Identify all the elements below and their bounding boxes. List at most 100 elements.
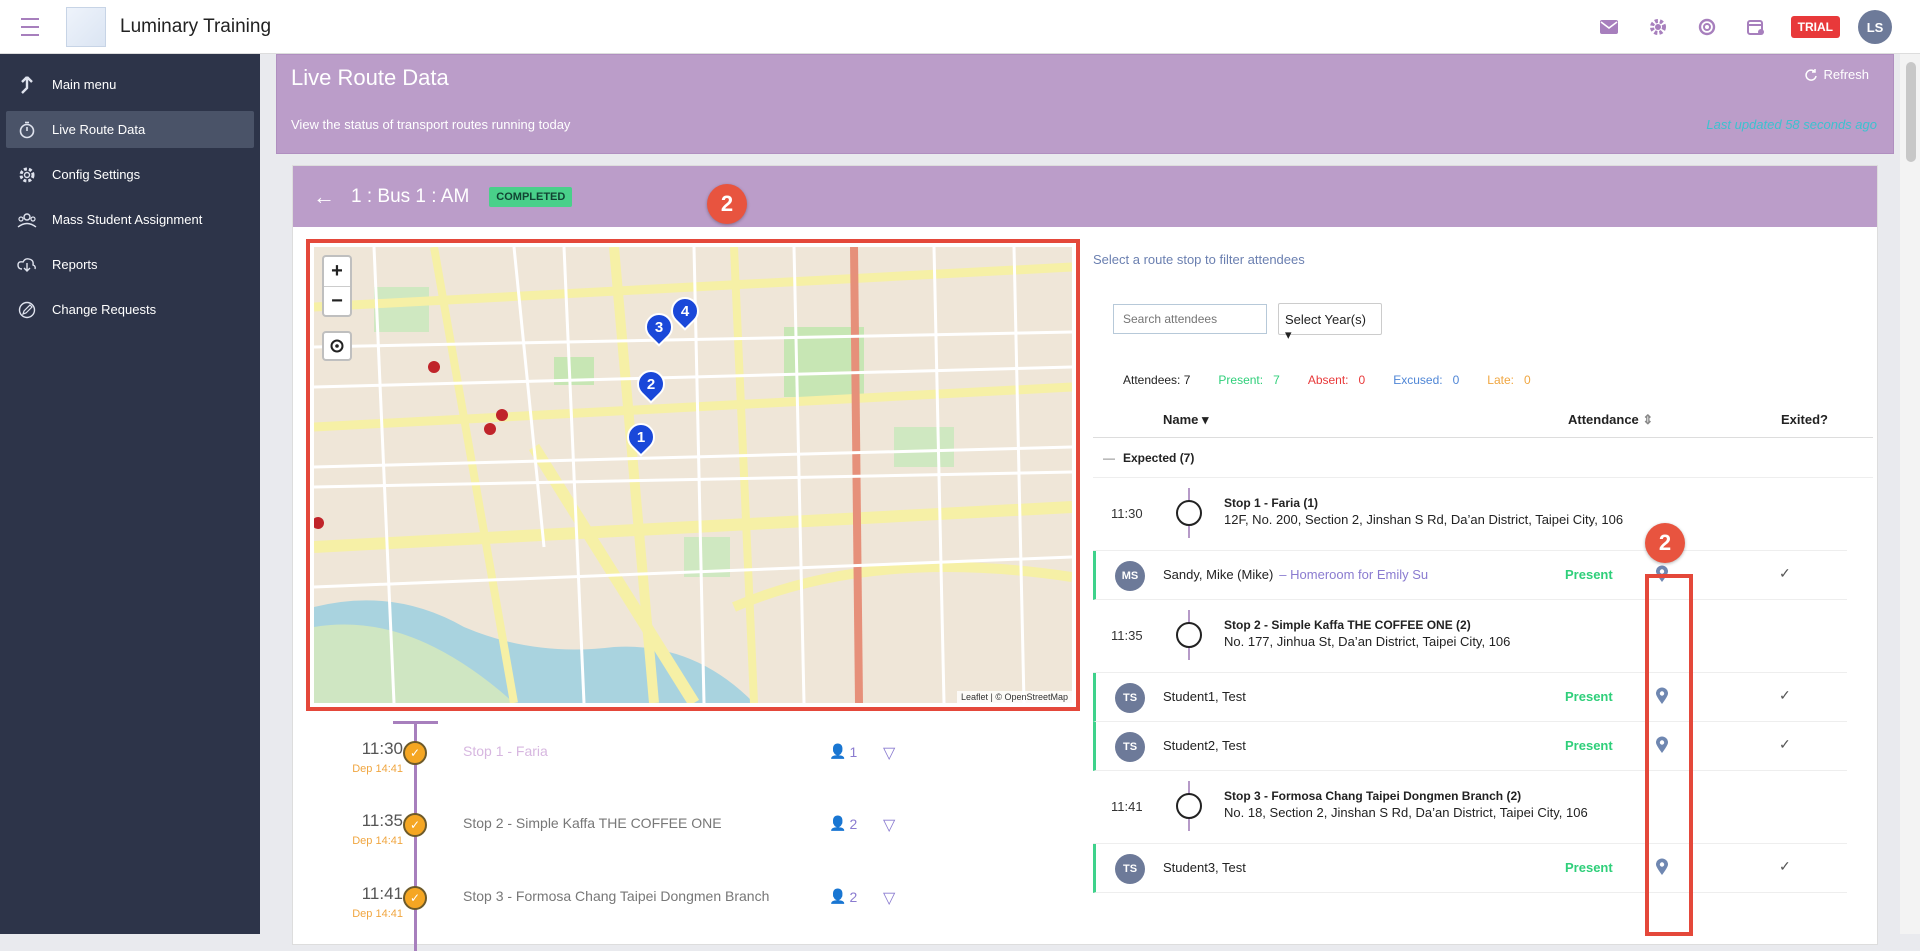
page-scrollbar[interactable]: [1900, 54, 1920, 934]
attendee-row[interactable]: TS Student3, Test Present ✓: [1093, 844, 1847, 893]
filter-icon[interactable]: ▽: [883, 743, 895, 763]
sidebar-item-label: Change Requests: [52, 302, 157, 317]
zoom-out-button[interactable]: −: [324, 286, 350, 315]
timeline-stop-name: Stop 3 - Formosa Chang Taipei Dongmen Br…: [463, 888, 770, 904]
status-badge: COMPLETED: [489, 186, 573, 207]
stop-title: Stop 3 - Formosa Chang Taipei Dongmen Br…: [1224, 789, 1522, 803]
route-card: ← 1 : Bus 1 : AM COMPLETED + − 4 3 2 1 L…: [292, 165, 1879, 951]
sidebar-item-config-settings[interactable]: Config Settings: [0, 152, 260, 197]
zoom-in-button[interactable]: +: [324, 257, 350, 286]
stop-address: No. 18, Section 2, Jinshan S Rd, Da’an D…: [1224, 805, 1588, 820]
stat-present: Present: 7: [1218, 373, 1280, 387]
help-lifebuoy-icon[interactable]: [1683, 0, 1732, 54]
attendee-count: 👤 2: [829, 815, 858, 832]
app-title: Luminary Training: [120, 15, 272, 37]
timeline-stop[interactable]: 11:41 Dep 14:41 ✓ Stop 3 - Formosa Chang…: [293, 878, 1083, 938]
timeline-stop-name: Stop 2 - Simple Kaffa THE COFFEE ONE: [463, 815, 722, 831]
locate-button[interactable]: [322, 331, 352, 361]
timeline-stop-name: Stop 1 - Faria: [463, 743, 548, 759]
column-name[interactable]: Name ▾: [1163, 412, 1209, 428]
column-attendance[interactable]: Attendance ⇕: [1568, 412, 1653, 428]
scrollbar-thumb[interactable]: [1906, 62, 1916, 162]
edit-icon: [16, 299, 38, 321]
sidebar-item-mass-student-assignment[interactable]: Mass Student Assignment: [0, 197, 260, 242]
stop-row[interactable]: 11:30 Stop 1 - Faria (1) 12F, No. 200, S…: [1093, 478, 1847, 551]
collapse-icon: —: [1103, 451, 1115, 465]
stop-circle-icon: [1176, 622, 1202, 648]
attendee-count: 👤 1: [829, 743, 858, 760]
back-arrow-icon[interactable]: ←: [313, 184, 335, 210]
attendee-name: Sandy, Mike (Mike) – Homeroom for Emily S…: [1163, 567, 1429, 582]
attendance-status: Present: [1565, 689, 1613, 704]
arrow-up-icon: [16, 74, 38, 96]
stop-row[interactable]: 11:35 Stop 2 - Simple Kaffa THE COFFEE O…: [1093, 600, 1847, 673]
homeroom-link[interactable]: – Homeroom for Emily Su: [1279, 567, 1428, 582]
map-attribution[interactable]: Leaflet | © OpenStreetMap: [956, 691, 1072, 703]
marker-label: 2: [646, 375, 656, 393]
page-title: Live Route Data: [291, 65, 449, 90]
stat-late: Late: 0: [1487, 373, 1531, 387]
mail-icon[interactable]: [1585, 0, 1634, 54]
filter-icon[interactable]: ▽: [883, 888, 895, 908]
download-icon: [16, 254, 38, 276]
attendee-row[interactable]: TS Student1, Test Present ✓: [1093, 673, 1847, 722]
stop-title: Stop 2 - Simple Kaffa THE COFFEE ONE (2): [1224, 618, 1471, 632]
sort-desc-icon: ▾: [1202, 412, 1209, 427]
marker-label: 3: [654, 318, 664, 336]
refresh-button[interactable]: Refresh: [1805, 67, 1869, 82]
sidebar-item-label: Main menu: [52, 77, 117, 92]
last-updated-text: Last updated 58 seconds ago: [1706, 117, 1877, 132]
menu-toggle-button[interactable]: [0, 0, 60, 54]
stat-attendees: Attendees: 7: [1123, 373, 1191, 387]
group-expected[interactable]: — Expected (7): [1093, 438, 1873, 478]
timeline-stop[interactable]: 11:35 Dep 14:41 ✓ Stop 2 - Simple Kaffa …: [293, 805, 1083, 865]
page-banner: Live Route Data View the status of trans…: [276, 54, 1894, 154]
timeline-time: 11:41: [361, 884, 403, 903]
stat-excused: Excused: 0: [1393, 373, 1460, 387]
sidebar-item-label: Config Settings: [52, 167, 141, 182]
column-exited[interactable]: Exited?: [1781, 412, 1828, 427]
stop-circle-icon: [1176, 500, 1202, 526]
map-annotation-box: + − 4 3 2 1 Leaflet | © OpenStreetMap: [306, 239, 1080, 711]
timeline-time: 11:35: [361, 811, 403, 830]
user-avatar[interactable]: LS: [1858, 10, 1892, 44]
sort-icon: ⇕: [1642, 412, 1654, 427]
attendee-row[interactable]: MS Sandy, Mike (Mike) – Homeroom for Emil…: [1093, 551, 1847, 600]
attendance-status: Present: [1565, 860, 1613, 875]
check-icon: ✓: [403, 741, 427, 765]
gear-icon[interactable]: [1634, 0, 1683, 54]
timeline-departure: Dep 14:41: [352, 763, 403, 775]
year-select[interactable]: Select Year(s) ▾: [1278, 303, 1382, 342]
filter-icon[interactable]: ▽: [883, 815, 895, 835]
timeline-time: 11:30: [361, 739, 403, 758]
group-icon: [16, 209, 38, 231]
route-timeline: 11:30 Dep 14:41 ✓ Stop 1 - Faria 👤 1 ▽ 11…: [293, 721, 1083, 951]
sidebar-item-label: Reports: [52, 257, 98, 272]
sidebar-item-main-menu[interactable]: Main menu: [0, 62, 260, 107]
calendar-user-icon[interactable]: [1732, 0, 1781, 54]
sidebar-item-change-requests[interactable]: Change Requests: [0, 287, 260, 332]
attendee-row[interactable]: TS Student2, Test Present ✓: [1093, 722, 1847, 771]
exited-check-icon: ✓: [1779, 736, 1791, 752]
attendee-name: Student1, Test: [1163, 689, 1246, 704]
attendees-table-header: Name ▾ Attendance ⇕ Exited?: [1093, 402, 1873, 438]
person-icon: 👤: [829, 815, 847, 831]
refresh-icon: [1805, 68, 1818, 81]
avatar: MS: [1115, 561, 1145, 591]
page-subtitle: View the status of transport routes runn…: [291, 117, 571, 132]
timeline-stop[interactable]: 11:30 Dep 14:41 ✓ Stop 1 - Faria 👤 1 ▽: [293, 733, 1083, 793]
route-map[interactable]: + − 4 3 2 1 Leaflet | © OpenStreetMap: [314, 247, 1072, 703]
attendees-panel: Select a route stop to filter attendees …: [1093, 227, 1879, 947]
attendee-name: Student3, Test: [1163, 860, 1246, 875]
attendee-name: Student2, Test: [1163, 738, 1246, 753]
gear-icon: [16, 164, 38, 186]
stop-time: 11:35: [1111, 628, 1143, 643]
sidebar-item-reports[interactable]: Reports: [0, 242, 260, 287]
route-header: ← 1 : Bus 1 : AM COMPLETED: [293, 166, 1877, 227]
search-attendees-input[interactable]: [1113, 304, 1267, 334]
stop-row[interactable]: 11:41 Stop 3 - Formosa Chang Taipei Dong…: [1093, 771, 1847, 844]
sidebar-item-live-route-data[interactable]: Live Route Data: [6, 111, 254, 148]
exited-check-icon: ✓: [1779, 565, 1791, 581]
stop-address: No. 177, Jinhua St, Da’an District, Taip…: [1224, 634, 1511, 649]
stop-time: 11:41: [1111, 799, 1143, 814]
